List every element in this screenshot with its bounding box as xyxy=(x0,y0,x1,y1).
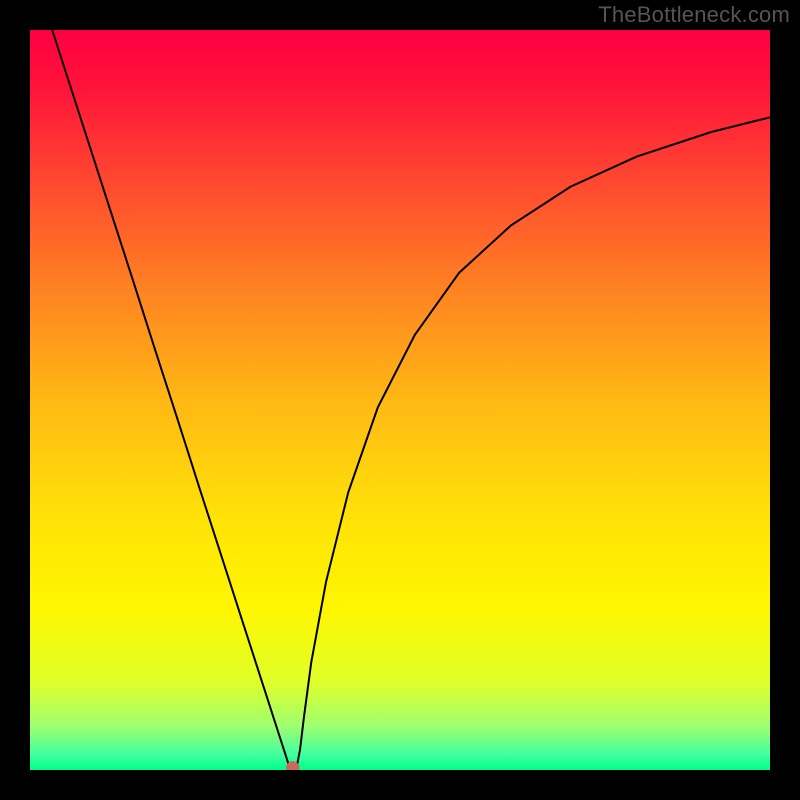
chart-container: TheBottleneck.com xyxy=(0,0,800,800)
gradient-background xyxy=(30,30,770,770)
plot-area xyxy=(30,30,770,770)
chart-svg xyxy=(30,30,770,770)
watermark-text: TheBottleneck.com xyxy=(598,2,790,28)
